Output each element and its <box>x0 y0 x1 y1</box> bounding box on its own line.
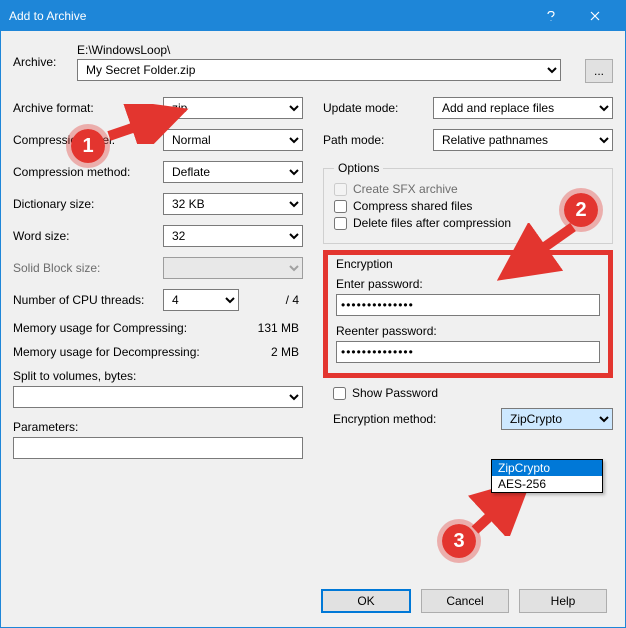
split-volumes-select[interactable] <box>13 386 303 408</box>
show-password-label: Show Password <box>352 386 438 400</box>
compression-method-select[interactable]: Deflate <box>163 161 303 183</box>
encryption-method-select[interactable]: ZipCrypto <box>501 408 613 430</box>
annotation-badge-1: 1 <box>66 124 110 168</box>
dialog-content: Archive: E:\WindowsLoop\ My Secret Folde… <box>1 31 625 627</box>
enter-password-input[interactable] <box>336 294 600 316</box>
dictionary-size-select[interactable]: 32 KB <box>163 193 303 215</box>
parameters-input[interactable] <box>13 437 303 459</box>
solid-block-size-select <box>163 257 303 279</box>
mem-compress-label: Memory usage for Compressing: <box>13 321 258 335</box>
options-legend: Options <box>334 161 383 175</box>
encryption-method-dropdown[interactable]: ZipCrypto AES-256 <box>491 459 603 493</box>
dialog-window: Add to Archive Archive: E:\WindowsLoop\ … <box>0 0 626 628</box>
archive-filename-select[interactable]: My Secret Folder.zip <box>77 59 561 81</box>
help-window-button[interactable] <box>529 1 573 31</box>
word-size-label: Word size: <box>13 229 163 243</box>
mem-decompress-label: Memory usage for Decompressing: <box>13 345 271 359</box>
annotation-arrow-2 <box>491 223 581 283</box>
mem-compress-value: 131 MB <box>258 321 303 335</box>
browse-button[interactable]: ... <box>585 59 613 83</box>
button-bar: OK Cancel Help <box>321 589 607 613</box>
window-title: Add to Archive <box>9 9 529 23</box>
compress-shared-label: Compress shared files <box>353 199 472 213</box>
archive-label: Archive: <box>13 43 69 69</box>
cpu-threads-label: Number of CPU threads: <box>13 293 163 307</box>
split-volumes-label: Split to volumes, bytes: <box>13 369 303 383</box>
encryption-option-zipcrypto[interactable]: ZipCrypto <box>492 460 602 476</box>
encryption-method-label: Encryption method: <box>333 412 501 426</box>
sfx-checkbox <box>334 183 347 196</box>
path-mode-select[interactable]: Relative pathnames <box>433 129 613 151</box>
compress-shared-checkbox[interactable] <box>334 200 347 213</box>
word-size-select[interactable]: 32 <box>163 225 303 247</box>
cancel-button[interactable]: Cancel <box>421 589 509 613</box>
annotation-arrow-1 <box>101 104 191 144</box>
mem-decompress-value: 2 MB <box>271 345 303 359</box>
close-window-button[interactable] <box>573 1 617 31</box>
cpu-threads-select[interactable]: 4 <box>163 289 239 311</box>
show-password-checkbox[interactable] <box>333 387 346 400</box>
dictionary-size-label: Dictionary size: <box>13 197 163 211</box>
update-mode-select[interactable]: Add and replace files <box>433 97 613 119</box>
archive-path: E:\WindowsLoop\ <box>77 43 561 57</box>
titlebar: Add to Archive <box>1 1 625 31</box>
encryption-option-aes256[interactable]: AES-256 <box>492 476 602 492</box>
annotation-badge-2: 2 <box>559 188 603 232</box>
help-button[interactable]: Help <box>519 589 607 613</box>
annotation-badge-3: 3 <box>437 519 481 563</box>
ok-button[interactable]: OK <box>321 589 411 613</box>
solid-block-size-label: Solid Block size: <box>13 261 163 275</box>
delete-after-checkbox[interactable] <box>334 217 347 230</box>
path-mode-label: Path mode: <box>323 133 433 147</box>
cpu-threads-max: / 4 <box>239 293 303 307</box>
reenter-password-input[interactable] <box>336 341 600 363</box>
left-column: Archive format: zip Compression level: N… <box>13 97 303 459</box>
update-mode-label: Update mode: <box>323 101 433 115</box>
parameters-label: Parameters: <box>13 420 303 434</box>
reenter-password-label: Reenter password: <box>336 324 600 338</box>
ellipsis-icon: ... <box>594 64 604 78</box>
sfx-label: Create SFX archive <box>353 182 458 196</box>
delete-after-label: Delete files after compression <box>353 216 511 230</box>
